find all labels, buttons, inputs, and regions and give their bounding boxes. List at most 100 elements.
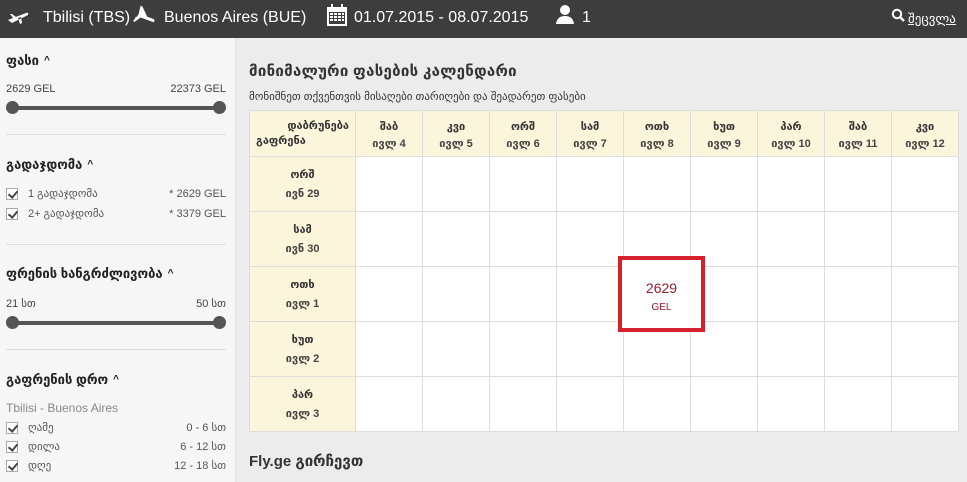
depart-date: ივლ 2 [285, 353, 320, 365]
calendar-cell[interactable] [355, 211, 423, 267]
departure-time-filter-header[interactable]: გაფრენის დრო ^ [6, 372, 119, 388]
price-calendar-grid: დაბრუნება გაფრენა შაბ ივლ 4 კვი ივლ 5 ორშ ი… [249, 110, 959, 432]
return-date-header: შაბ ივლ 4 [355, 110, 423, 157]
price-amount: 2629 [645, 280, 678, 296]
return-weekday: პარ [780, 120, 802, 133]
depart-weekday: ხუთ [291, 334, 314, 346]
return-date: ივლ 11 [838, 137, 878, 150]
calendar-cell[interactable] [422, 376, 490, 432]
calendar-cell[interactable] [556, 376, 624, 432]
calendar-cell[interactable] [757, 376, 825, 432]
duration-filter-header[interactable]: ფრენის ხანგრძლივობა ^ [6, 266, 173, 282]
duration-slider[interactable] [6, 316, 226, 330]
calendar-cell[interactable] [824, 376, 892, 432]
duration-min-handle[interactable] [6, 316, 19, 329]
calendar-cell[interactable] [623, 156, 691, 212]
price-min-handle[interactable] [6, 101, 19, 114]
change-search-link[interactable]: შეცვლა [908, 11, 956, 27]
time-option-range: 6 - 12 სთ [180, 441, 226, 453]
duration-max-handle[interactable] [213, 316, 226, 329]
calendar-cell[interactable] [422, 211, 490, 267]
calendar-cell[interactable] [355, 376, 423, 432]
time-option-label: დილა [28, 441, 60, 453]
calendar-cell[interactable] [757, 211, 825, 267]
checkbox-checked[interactable] [6, 207, 18, 220]
calendar-cell[interactable] [422, 156, 490, 212]
top-bar: Tbilisi (TBS) - Buenos Aires (BUE) 01.07… [0, 0, 967, 38]
calendar-cell[interactable] [690, 156, 758, 212]
calendar-cell[interactable] [489, 211, 557, 267]
calendar-cell[interactable] [824, 156, 892, 212]
duration-filter-title: ფრენის ხანგრძლივობა [6, 266, 163, 281]
chevron-up-icon: ^ [44, 54, 50, 66]
depart-date: ივნ 30 [285, 243, 320, 255]
price-max-handle[interactable] [213, 101, 226, 114]
calendar-cell[interactable] [355, 266, 423, 322]
destination-city: Buenos Aires (BUE) [164, 9, 307, 26]
calendar-cell[interactable] [489, 266, 557, 322]
calendar-cell[interactable] [489, 156, 557, 212]
return-weekday: შაბ [848, 120, 868, 133]
checkbox-checked[interactable] [6, 440, 18, 453]
price-slider[interactable] [6, 101, 226, 115]
calendar-cell[interactable] [824, 321, 892, 377]
calendar-title: მინიმალური ფასების კალენდარი [249, 63, 517, 80]
calendar-cell[interactable] [556, 211, 624, 267]
return-date-header: პარ ივლ 10 [757, 110, 825, 157]
calendar-cell[interactable] [556, 266, 624, 322]
price-currency: GEL [651, 302, 672, 313]
price-filter-header[interactable]: ფასი ^ [6, 53, 50, 69]
origin-city: Tbilisi (TBS) - [43, 9, 140, 26]
checkbox-checked[interactable] [6, 187, 18, 200]
chevron-up-icon: ^ [167, 267, 174, 279]
divider [6, 349, 226, 350]
calendar-cell[interactable] [489, 321, 557, 377]
calendar-cell[interactable] [891, 266, 959, 322]
stops-filter-header[interactable]: გადაჯდომა ^ [6, 157, 93, 173]
calendar-cell[interactable] [891, 156, 959, 212]
depart-date-header: ხუთ ივლ 2 [249, 321, 356, 377]
calendar-cell-price[interactable]: 2629 GEL [618, 256, 705, 332]
checkbox-checked[interactable] [6, 459, 18, 472]
calendar-cell[interactable] [422, 321, 490, 377]
calendar-header-row: დაბრუნება გაფრენა შაბ ივლ 4 კვი ივლ 5 ორშ ი… [249, 110, 959, 157]
checkbox-checked[interactable] [6, 421, 18, 434]
stops-option-2[interactable]: 2+ გადაჯდომა * 3379 GEL [6, 207, 226, 220]
calendar-cell[interactable] [355, 156, 423, 212]
search-icon[interactable] [891, 8, 905, 22]
calendar-cell[interactable] [422, 266, 490, 322]
calendar-cell[interactable] [824, 266, 892, 322]
chevron-up-icon: ^ [87, 158, 94, 170]
calendar-cell[interactable] [355, 321, 423, 377]
time-option-range: 12 - 18 სთ [174, 460, 226, 472]
calendar-cell[interactable] [556, 321, 624, 377]
duration-min: 21 სთ [6, 298, 36, 310]
price-filter-title: ფასი [6, 53, 39, 68]
calendar-cell[interactable] [891, 211, 959, 267]
calendar-cell[interactable] [891, 376, 959, 432]
calendar-cell[interactable] [891, 321, 959, 377]
recommendations-title: Fly.ge გირჩევთ [249, 453, 364, 470]
return-weekday: ოთხ [644, 120, 670, 133]
return-date: ივლ 6 [506, 137, 540, 150]
time-option-morning[interactable]: დილა 6 - 12 სთ [6, 440, 226, 453]
calendar-cell[interactable] [824, 211, 892, 267]
calendar-cell[interactable] [757, 266, 825, 322]
calendar-cell[interactable] [690, 376, 758, 432]
return-date-header: კვი ივლ 5 [422, 110, 490, 157]
calendar-cell[interactable] [623, 376, 691, 432]
calendar-cell[interactable] [556, 156, 624, 212]
depart-date: ივლ 1 [285, 298, 320, 310]
calendar-cell[interactable] [757, 321, 825, 377]
calendar-cell[interactable] [489, 376, 557, 432]
time-option-day[interactable]: დღე 12 - 18 სთ [6, 459, 226, 472]
depart-date: ივნ 29 [285, 188, 320, 200]
price-range-labels: 2629 GEL 22373 GEL [6, 83, 226, 95]
price-highlight[interactable]: 2629 GEL [618, 256, 705, 332]
time-option-night[interactable]: ღამე 0 - 6 სთ [6, 421, 226, 434]
calendar-cell[interactable] [757, 156, 825, 212]
time-option-label: ღამე [28, 422, 54, 434]
return-weekday: შაბ [379, 120, 399, 133]
return-date-header: ხუთ ივლ 9 [690, 110, 758, 157]
stops-option-1[interactable]: 1 გადაჯდომა * 2629 GEL [6, 187, 226, 200]
